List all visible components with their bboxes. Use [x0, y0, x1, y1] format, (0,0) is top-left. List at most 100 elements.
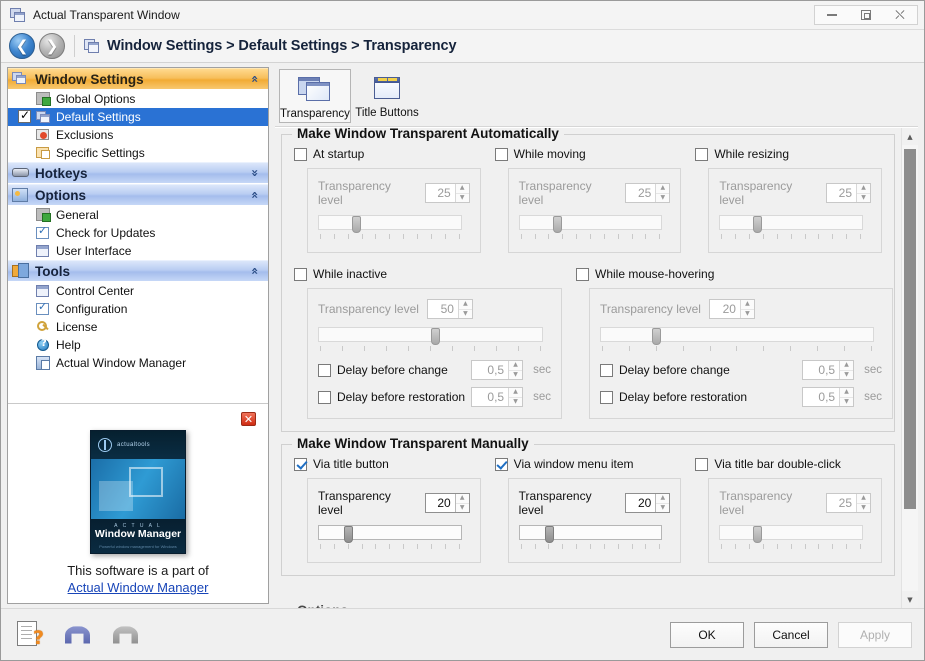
spinner-up-icon[interactable]: ▲ — [459, 300, 472, 310]
tab-transparency[interactable]: Transparency — [279, 69, 351, 123]
checkbox-while-mouse-hovering[interactable]: While mouse-hovering — [576, 265, 893, 283]
spinner-buttons[interactable]: ▲▼ — [839, 361, 853, 379]
slider-track[interactable] — [318, 215, 462, 230]
promo-close-icon[interactable]: ✕ — [241, 412, 256, 426]
sidebar-item-user-interface[interactable]: User Interface — [8, 242, 268, 260]
checkbox-box[interactable] — [495, 458, 508, 471]
close-button[interactable]: ⛌ — [883, 6, 917, 24]
spinner-down-icon[interactable]: ▼ — [459, 310, 472, 319]
transparency-slider[interactable] — [600, 327, 882, 353]
forward-button[interactable]: ❯ — [39, 33, 65, 59]
sidebar-item-global-options[interactable]: Global Options — [8, 90, 268, 108]
spinner-down-icon[interactable]: ▼ — [857, 504, 870, 513]
spinner-buttons[interactable]: ▲▼ — [508, 388, 522, 406]
spinner-buttons[interactable]: ▲▼ — [455, 184, 469, 202]
spinner-down-icon[interactable]: ▼ — [840, 398, 853, 407]
checkbox-via-window-menu-item[interactable]: Via window menu item — [495, 455, 682, 473]
spinner-value[interactable]: 0,5 — [803, 361, 839, 379]
checkbox-while-resizing[interactable]: While resizing — [695, 145, 882, 163]
sidebar-item-configuration[interactable]: Configuration — [8, 300, 268, 318]
sidebar-group-options[interactable]: Options« — [8, 184, 268, 206]
transparency-slider[interactable] — [719, 215, 871, 241]
checkbox-while-moving[interactable]: While moving — [495, 145, 682, 163]
transparency-slider[interactable] — [318, 215, 470, 241]
spinner-down-icon[interactable]: ▼ — [509, 398, 522, 407]
scroll-up-arrow-icon[interactable]: ▲ — [902, 128, 918, 145]
sidebar-item-checkbox[interactable] — [18, 110, 31, 123]
spinner-up-icon[interactable]: ▲ — [456, 184, 469, 194]
slider-thumb[interactable] — [352, 216, 361, 233]
chevron-up-icon[interactable]: « — [249, 191, 261, 199]
chevron-up-icon[interactable]: « — [249, 267, 261, 275]
sidebar-group-hotkeys[interactable]: Hotkeys» — [8, 162, 268, 184]
spinner-buttons[interactable]: ▲▼ — [458, 300, 472, 318]
checkbox-box[interactable] — [695, 458, 708, 471]
minimize-button[interactable] — [815, 6, 849, 24]
transparency-slider[interactable] — [719, 525, 871, 551]
sidebar-item-specific-settings[interactable]: Specific Settings — [8, 144, 268, 162]
slider-thumb[interactable] — [753, 526, 762, 543]
spinner-value[interactable]: 25 — [426, 184, 455, 202]
spinner[interactable]: 0,5▲▼ — [471, 360, 523, 380]
spinner-up-icon[interactable]: ▲ — [857, 184, 870, 194]
transparency-slider[interactable] — [519, 215, 671, 241]
sidebar-item-exclusions[interactable]: Exclusions — [8, 126, 268, 144]
spinner[interactable]: 25▲▼ — [826, 183, 871, 203]
spinner-up-icon[interactable]: ▲ — [857, 494, 870, 504]
spinner-up-icon[interactable]: ▲ — [456, 494, 469, 504]
checkbox-box[interactable] — [576, 268, 589, 281]
spinner-down-icon[interactable]: ▼ — [857, 194, 870, 203]
checkbox-while-inactive[interactable]: While inactive — [294, 265, 562, 283]
chevron-up-icon[interactable]: « — [249, 75, 261, 83]
spinner-up-icon[interactable]: ▲ — [840, 361, 853, 371]
spinner-buttons[interactable]: ▲▼ — [856, 184, 870, 202]
spinner-value[interactable]: 20 — [426, 494, 455, 512]
sidebar-item-actual-window-manager[interactable]: Actual Window Manager — [8, 354, 268, 372]
delay-checkbox[interactable] — [600, 391, 613, 404]
vertical-scrollbar[interactable]: ▲ ▼ — [901, 128, 918, 608]
sidebar-item-check-for-updates[interactable]: Check for Updates — [8, 224, 268, 242]
delay-checkbox[interactable] — [318, 364, 331, 377]
spinner-value[interactable]: 25 — [827, 494, 856, 512]
spinner-up-icon[interactable]: ▲ — [656, 184, 669, 194]
spinner-buttons[interactable]: ▲▼ — [856, 494, 870, 512]
back-button[interactable]: ❮ — [9, 33, 35, 59]
spinner-up-icon[interactable]: ▲ — [741, 300, 754, 310]
cancel-button[interactable]: Cancel — [754, 622, 828, 648]
spinner-buttons[interactable]: ▲▼ — [740, 300, 754, 318]
delay-checkbox[interactable] — [318, 391, 331, 404]
spinner[interactable]: 50▲▼ — [427, 299, 473, 319]
transparency-slider[interactable] — [318, 327, 551, 353]
slider-track[interactable] — [719, 215, 863, 230]
checkbox-box[interactable] — [294, 458, 307, 471]
spinner[interactable]: 0,5▲▼ — [802, 387, 854, 407]
spinner[interactable]: 0,5▲▼ — [471, 387, 523, 407]
sidebar-item-general[interactable]: General — [8, 206, 268, 224]
scrollbar-track[interactable] — [902, 145, 918, 591]
spinner[interactable]: 25▲▼ — [625, 183, 670, 203]
checkbox-via-title-button[interactable]: Via title button — [294, 455, 481, 473]
checkbox-box[interactable] — [495, 148, 508, 161]
delay-checkbox[interactable] — [600, 364, 613, 377]
maximize-button[interactable] — [849, 6, 883, 24]
transparency-slider[interactable] — [519, 525, 671, 551]
slider-thumb[interactable] — [344, 526, 353, 543]
scrollbar-thumb[interactable] — [904, 149, 916, 509]
spinner-up-icon[interactable]: ▲ — [656, 494, 669, 504]
checkbox-box[interactable] — [695, 148, 708, 161]
spinner-value[interactable]: 0,5 — [803, 388, 839, 406]
slider-thumb[interactable] — [652, 328, 661, 345]
spinner-value[interactable]: 20 — [626, 494, 655, 512]
sidebar-item-default-settings[interactable]: Default Settings — [8, 108, 268, 126]
tab-title-buttons[interactable]: Title Buttons — [351, 69, 423, 123]
spinner[interactable]: 20▲▼ — [625, 493, 670, 513]
sidebar-group-tools[interactable]: Tools« — [8, 260, 268, 282]
spinner[interactable]: 20▲▼ — [425, 493, 470, 513]
spinner-up-icon[interactable]: ▲ — [840, 388, 853, 398]
slider-track[interactable] — [519, 215, 663, 230]
redo-icon[interactable] — [111, 621, 141, 649]
spinner-down-icon[interactable]: ▼ — [656, 194, 669, 203]
slider-track[interactable] — [519, 525, 663, 540]
spinner-down-icon[interactable]: ▼ — [456, 194, 469, 203]
checkbox-at-startup[interactable]: At startup — [294, 145, 481, 163]
